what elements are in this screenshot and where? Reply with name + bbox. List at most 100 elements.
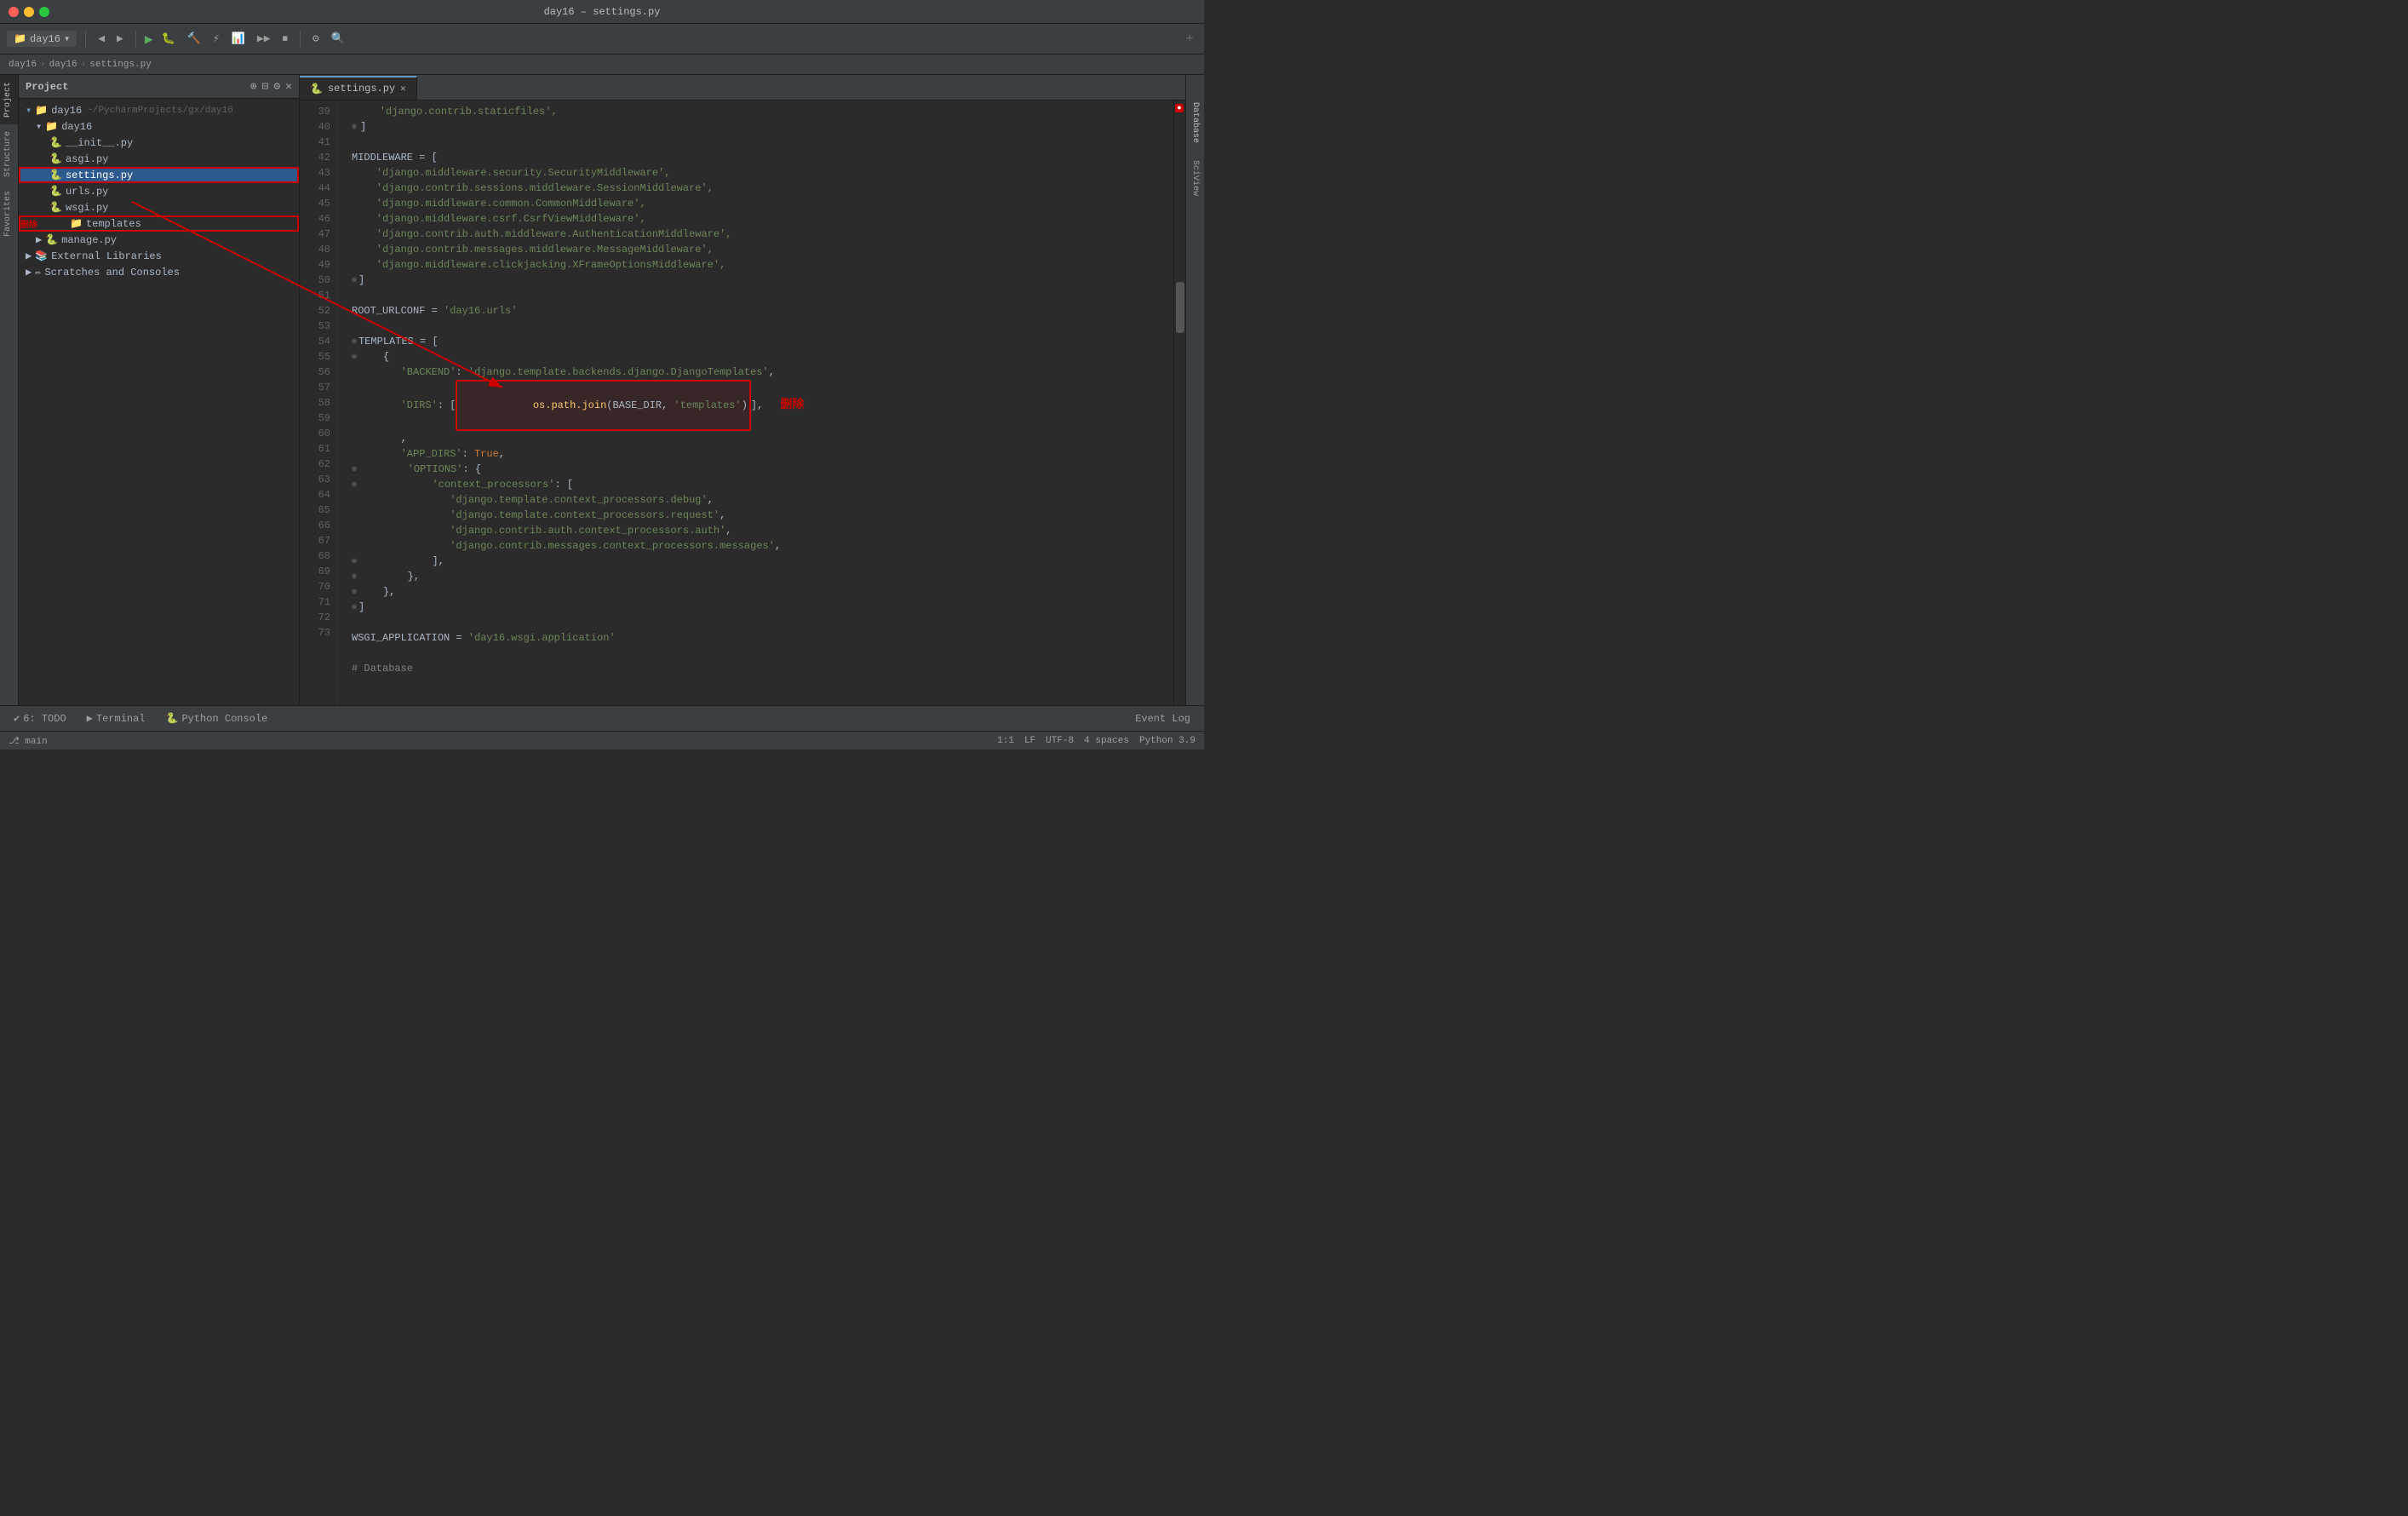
tree-asgi-py[interactable]: 🐍 asgi.py xyxy=(19,151,299,167)
breadcrumb-settings[interactable]: settings.py xyxy=(89,60,152,70)
external-libs-label: External Libraries xyxy=(51,250,162,262)
tree-manage-py[interactable]: ▶ 🐍 manage.py xyxy=(19,232,299,248)
titlebar: day16 – settings.py xyxy=(0,0,1204,24)
status-right: 1:1 LF UTF-8 4 spaces Python 3.9 xyxy=(997,736,1195,746)
event-log-label: Event Log xyxy=(1135,713,1190,725)
close-panel-icon[interactable]: ✕ xyxy=(285,80,292,93)
collapse-icon[interactable]: ⊟ xyxy=(262,80,269,93)
folder-icon-templates: 📁 xyxy=(70,217,83,230)
sidebar-item-project[interactable]: Project xyxy=(0,75,18,124)
breadcrumb: day16 › day16 › settings.py xyxy=(0,55,1204,75)
terminal-icon: ▶ xyxy=(87,712,93,725)
minimize-button[interactable] xyxy=(24,7,34,17)
code-line-71: WSGI_APPLICATION = 'day16.wsgi.applicati… xyxy=(352,630,1173,646)
error-badge: ● xyxy=(1175,104,1184,112)
close-button[interactable] xyxy=(9,7,19,17)
tree-day16-folder[interactable]: ▾ 📁 day16 xyxy=(19,118,299,135)
tree-settings-py[interactable]: 🐍 settings.py xyxy=(19,167,299,183)
settings-button[interactable]: ⚙ xyxy=(309,31,323,47)
forward-button[interactable]: ▶ xyxy=(113,31,127,47)
expand-icon2: ▶ xyxy=(26,250,32,262)
code-line-43: 'django.middleware.security.SecurityMidd… xyxy=(352,165,1173,181)
code-line-62: 'django.template.context_processors.debu… xyxy=(352,492,1173,508)
line-ending[interactable]: LF xyxy=(1024,736,1035,746)
sidebar-tab-sciview[interactable]: SciView xyxy=(1188,153,1202,203)
code-line-56: 'BACKEND' : 'django.template.backends.dj… xyxy=(352,365,1173,380)
add-button[interactable]: + xyxy=(1182,30,1197,49)
project-dropdown[interactable]: 📁 day16 ▾ xyxy=(7,31,77,47)
scratch-icon: ✏ xyxy=(35,266,41,279)
python-console-tab[interactable]: 🐍 Python Console xyxy=(163,706,272,731)
todo-tab[interactable]: ✔ 6: TODO xyxy=(10,706,70,731)
stop-button[interactable]: ⏹ xyxy=(279,31,292,47)
search-button[interactable]: 🔍 xyxy=(328,31,348,47)
code-line-72 xyxy=(352,646,1173,661)
py-icon5: 🐍 xyxy=(49,201,62,214)
tab-close-icon[interactable]: ✕ xyxy=(400,83,406,95)
py-icon3: 🐍 xyxy=(49,169,62,181)
cursor-position[interactable]: 1:1 xyxy=(997,736,1014,746)
build-button[interactable]: 🔨 xyxy=(184,31,204,47)
maximize-button[interactable] xyxy=(39,7,49,17)
sidebar-item-favorites[interactable]: Favorites xyxy=(0,184,18,244)
run-config-button[interactable]: ▶▶ xyxy=(254,31,274,47)
profile-button[interactable]: ⚡ xyxy=(209,31,223,47)
expand-icon: ▶ xyxy=(36,233,42,246)
code-line-60: ◉ 'OPTIONS' : { xyxy=(352,462,1173,477)
expand-icon3: ▶ xyxy=(26,266,32,279)
run-button[interactable]: ▶ xyxy=(145,31,153,48)
settings-panel-icon[interactable]: ⚙ xyxy=(273,80,280,93)
code-line-54: ◉ TEMPLATES = [ xyxy=(352,334,1173,349)
asgi-py-label: asgi.py xyxy=(66,153,108,165)
sidebar-item-structure[interactable]: Structure xyxy=(0,124,18,184)
toolbar: 📁 day16 ▾ ◀ ▶ ▶ 🐛 🔨 ⚡ 📊 ▶▶ ⏹ ⚙ 🔍 + xyxy=(0,24,1204,55)
code-line-65: 'django.contrib.messages.context_process… xyxy=(352,538,1173,554)
tree-external-libs[interactable]: ▶ 📚 External Libraries xyxy=(19,248,299,264)
tree-urls-py[interactable]: 🐍 urls.py xyxy=(19,183,299,199)
tab-label: settings.py xyxy=(328,83,395,95)
delete-annotation: 删除 xyxy=(780,397,804,415)
terminal-tab[interactable]: ▶ Terminal xyxy=(83,706,149,731)
encoding[interactable]: UTF-8 xyxy=(1046,736,1074,746)
scratches-label: Scratches and Consoles xyxy=(44,267,179,279)
python-console-label: Python Console xyxy=(181,713,267,725)
debug-button[interactable]: 🐛 xyxy=(158,31,179,47)
back-button[interactable]: ◀ xyxy=(95,31,108,47)
tree-scratches[interactable]: ▶ ✏ Scratches and Consoles xyxy=(19,264,299,280)
sidebar-tab-database[interactable]: Database xyxy=(1188,95,1202,150)
tab-icon: 🐍 xyxy=(310,83,323,95)
folder-icon: 📁 xyxy=(14,32,26,45)
tree-init-py[interactable]: 🐍 __init__.py xyxy=(19,135,299,151)
indent-size[interactable]: 4 spaces xyxy=(1084,736,1129,746)
code-line-47: 'django.contrib.auth.middleware.Authenti… xyxy=(352,227,1173,242)
tree-wsgi-py[interactable]: 🐍 wsgi.py xyxy=(19,199,299,215)
project-panel: Project ⊕ ⊟ ⚙ ✕ ▾ 📁 day16 ~/PycharmProje… xyxy=(19,75,300,705)
code-content[interactable]: 'django.contrib.staticfiles', ◉ ] MIDDLE… xyxy=(338,100,1173,705)
code-line-67: ◉ }, xyxy=(352,569,1173,584)
breadcrumb-day16-root[interactable]: day16 xyxy=(9,60,37,70)
event-log-tab[interactable]: Event Log xyxy=(1132,706,1194,731)
panel-header: Project ⊕ ⊟ ⚙ ✕ xyxy=(19,75,299,99)
scrollbar-thumb[interactable] xyxy=(1176,282,1184,333)
tree-templates-folder[interactable]: 删除 📁 templates xyxy=(19,215,299,232)
coverage-button[interactable]: 📊 xyxy=(228,31,249,47)
code-line-58: , xyxy=(352,431,1173,446)
day16-folder-label: day16 xyxy=(61,121,92,133)
tab-settings-py[interactable]: 🐍 settings.py ✕ xyxy=(300,76,417,100)
status-left: ⎇ main xyxy=(9,735,48,747)
tree-root[interactable]: ▾ 📁 day16 ~/PycharmProjects/gx/day16 xyxy=(19,102,299,118)
breadcrumb-day16[interactable]: day16 xyxy=(49,60,77,70)
todo-label: 6: TODO xyxy=(23,713,66,725)
panel-icons: ⊕ ⊟ ⚙ ✕ xyxy=(250,80,292,93)
manage-py-label: manage.py xyxy=(61,234,117,246)
code-line-69: ◉ ] xyxy=(352,600,1173,615)
python-version[interactable]: Python 3.9 xyxy=(1139,736,1195,746)
right-sidebar: Database SciView xyxy=(1185,75,1204,705)
git-branch[interactable]: ⎇ main xyxy=(9,735,48,747)
window-title: day16 – settings.py xyxy=(544,6,661,18)
code-line-53 xyxy=(352,319,1173,334)
editor-area: 🐍 settings.py ✕ 39 40 41 42 43 44 45 46 … xyxy=(300,75,1185,705)
locate-icon[interactable]: ⊕ xyxy=(250,80,257,93)
code-line-57: 'DIRS' : [ os.path.join(BASE_DIR, 'templ… xyxy=(352,380,1173,431)
terminal-label: Terminal xyxy=(96,713,146,725)
